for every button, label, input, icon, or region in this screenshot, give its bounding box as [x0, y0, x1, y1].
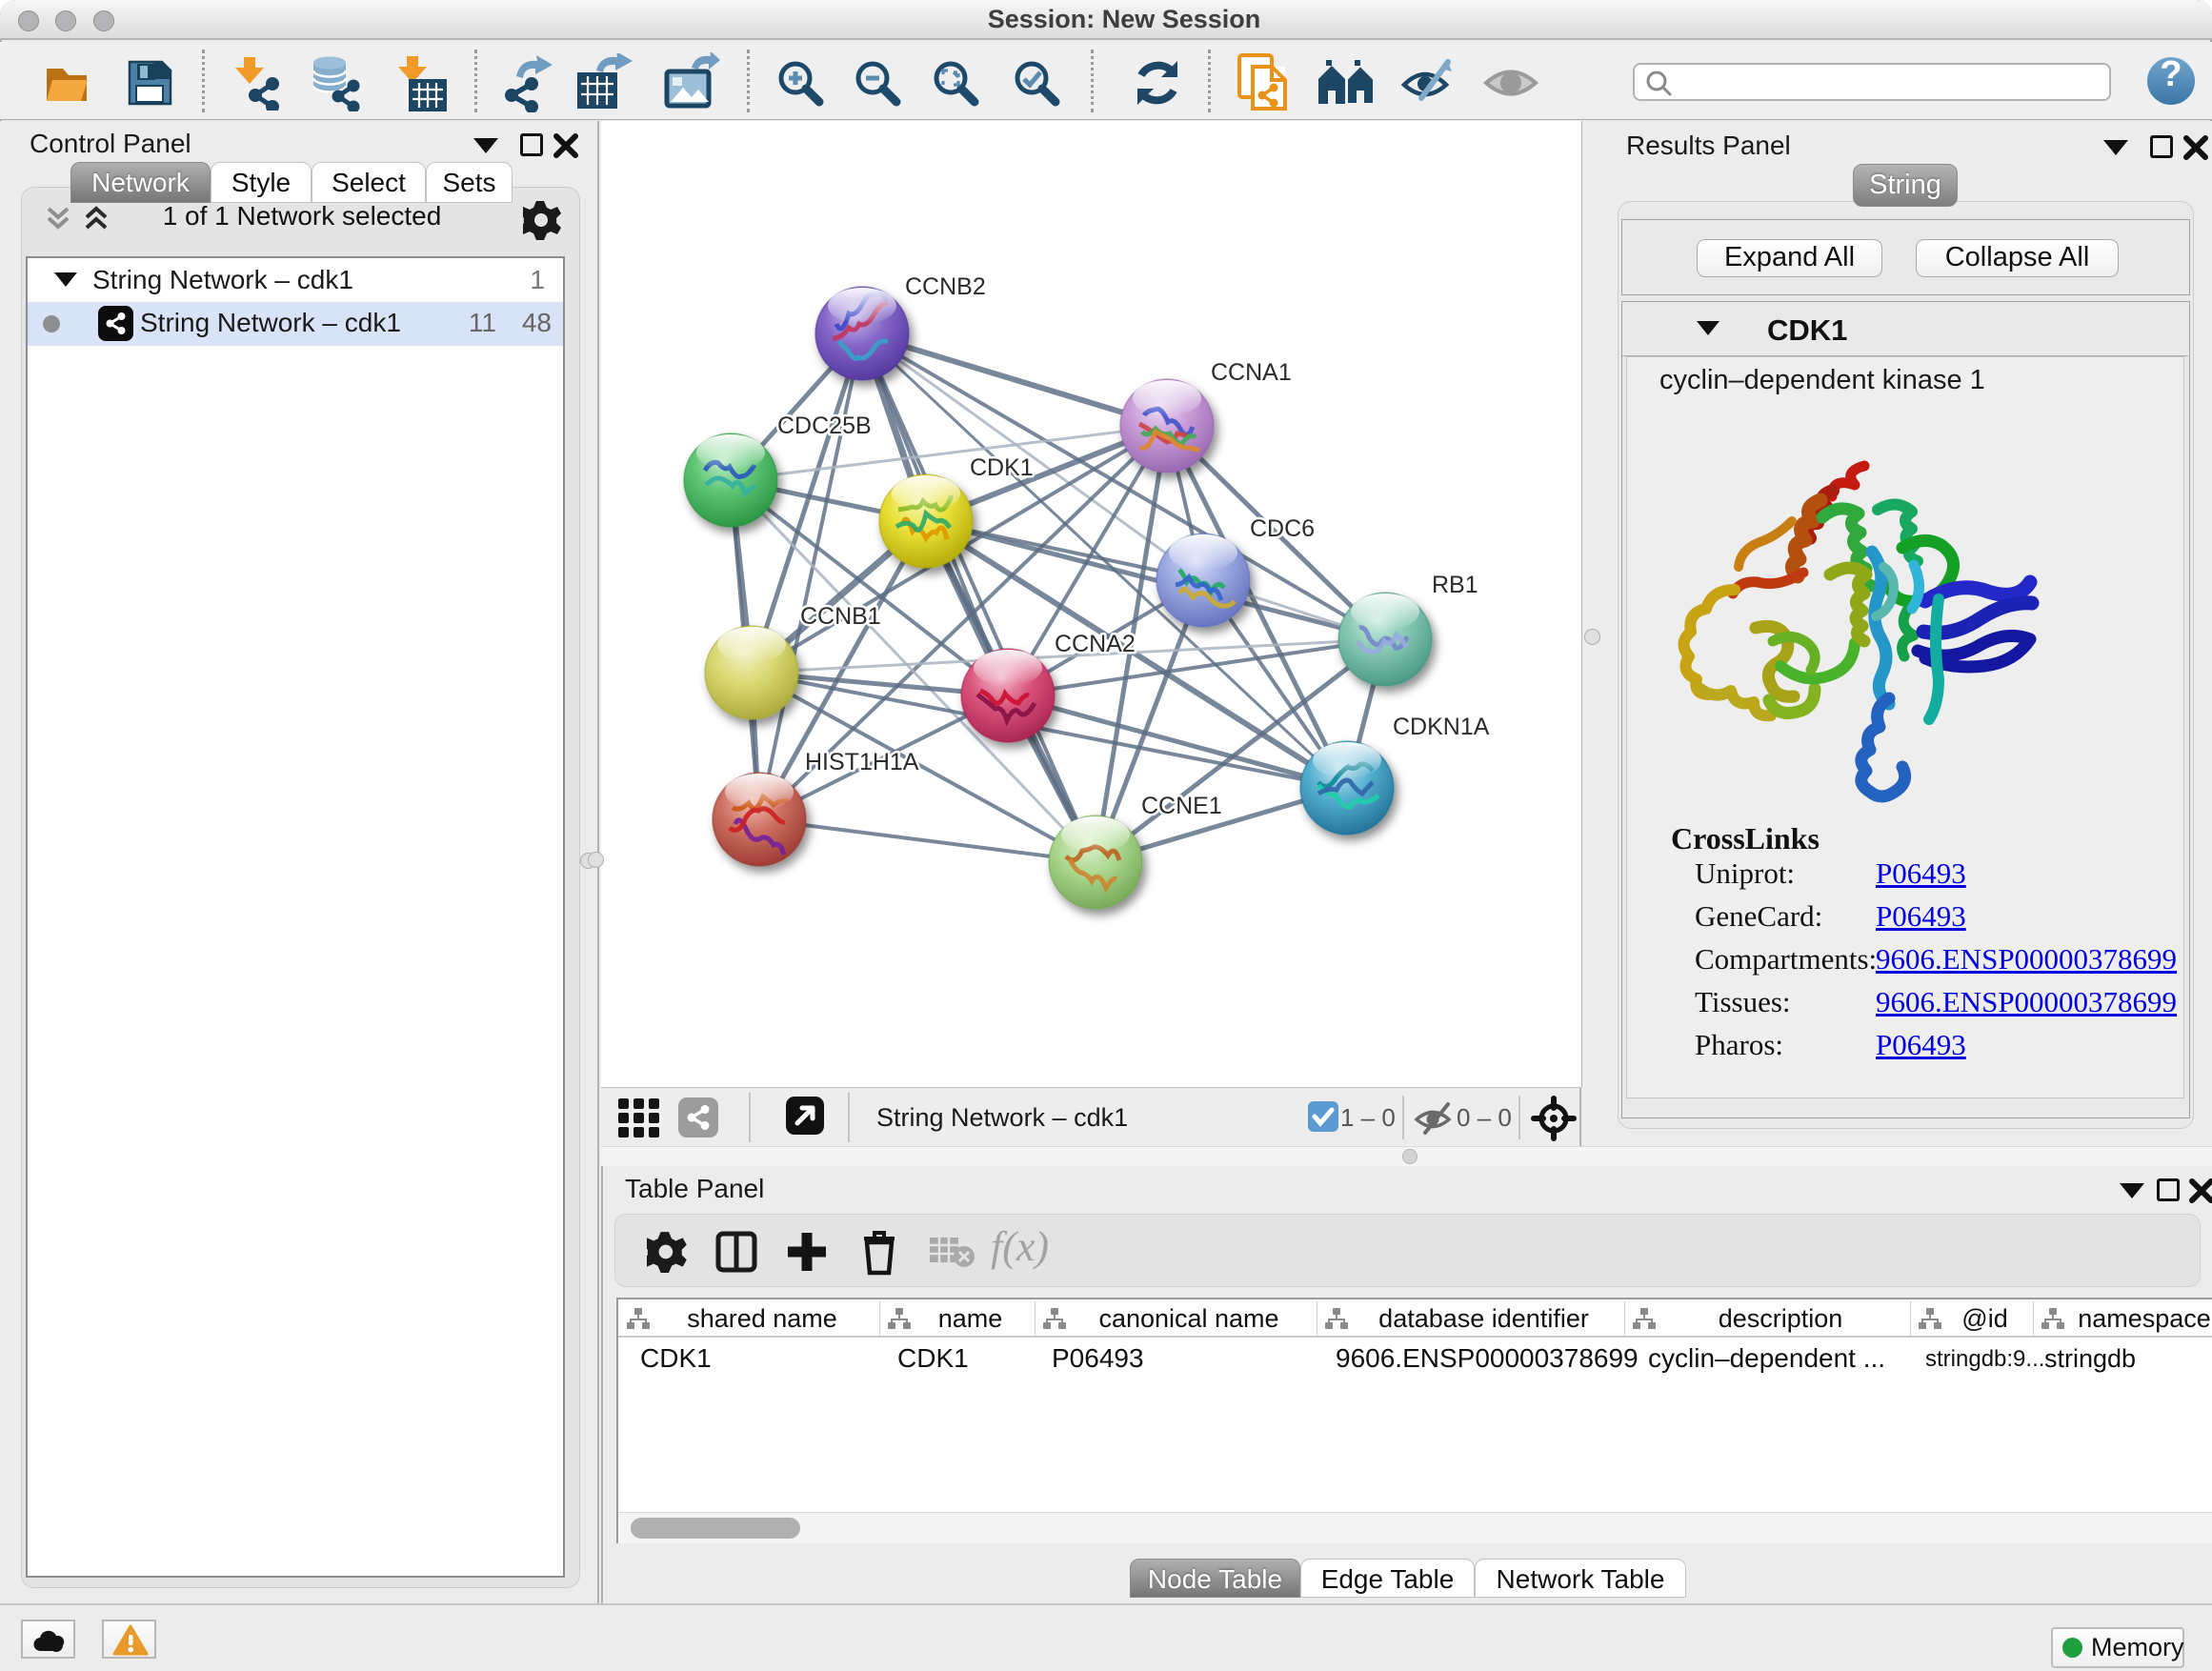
svg-text:CCNA1: CCNA1 — [1211, 359, 1292, 386]
svg-text:CDK1: CDK1 — [970, 454, 1034, 481]
svg-text:CDKN1A: CDKN1A — [1393, 714, 1490, 740]
svg-text:CCNB1: CCNB1 — [800, 603, 881, 630]
svg-text:HIST1H1A: HIST1H1A — [805, 749, 919, 775]
svg-text:CDC6: CDC6 — [1250, 515, 1315, 542]
svg-text:RB1: RB1 — [1432, 572, 1478, 598]
svg-text:CCNA2: CCNA2 — [1055, 631, 1136, 657]
svg-text:CCNB2: CCNB2 — [905, 273, 986, 300]
svg-text:CCNE1: CCNE1 — [1141, 793, 1222, 819]
svg-text:CDC25B: CDC25B — [777, 413, 872, 439]
